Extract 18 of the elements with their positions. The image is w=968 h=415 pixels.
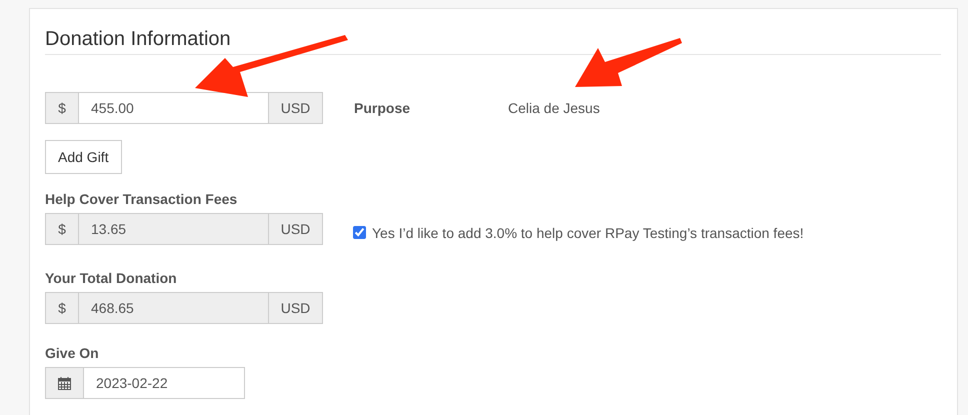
field-label: Help Cover Transaction Fees	[45, 191, 238, 207]
purpose-value: Celia de Jesus	[508, 100, 600, 116]
currency-symbol: $	[45, 292, 79, 324]
currency-code: USD	[268, 213, 323, 245]
currency-code: USD	[268, 292, 323, 324]
add-gift-button[interactable]: Add Gift	[45, 140, 122, 174]
checkbox-label: Yes I’d like to add 3.0% to help cover RPay Testing’s transaction fees!	[372, 224, 804, 240]
field-label: Give On	[45, 345, 100, 361]
amount-field[interactable]: 455.00	[79, 92, 268, 124]
calendar-icon	[45, 367, 84, 399]
date-field[interactable]: 2023-02-22	[84, 367, 245, 399]
currency-code: USD	[268, 92, 323, 124]
section-title: Donation Information	[45, 27, 232, 51]
currency-symbol: $	[45, 213, 79, 245]
purpose-label: Purpose	[354, 100, 412, 116]
currency-symbol: $	[45, 92, 79, 124]
field-label: Your Total Donation	[45, 270, 178, 286]
checkbox[interactable]	[353, 226, 366, 239]
